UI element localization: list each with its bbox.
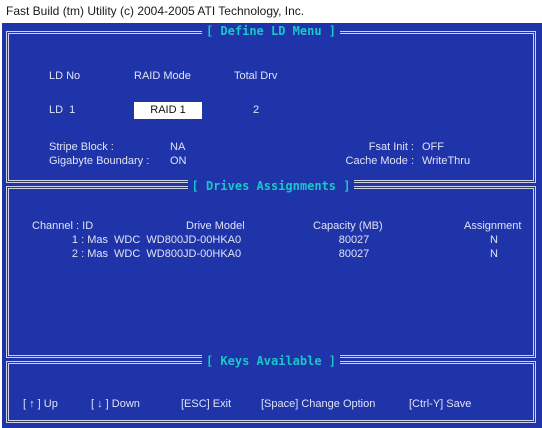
row-capacity: 80027 <box>338 248 370 260</box>
gigabyte-boundary-value[interactable]: ON <box>170 155 187 167</box>
gigabyte-boundary-label: Gigabyte Boundary : <box>49 155 150 167</box>
row-assignment[interactable]: N <box>479 234 509 246</box>
key-down-hint: [ ↓ ] Down <box>91 398 140 410</box>
define-ld-title: [ Define LD Menu ] <box>201 24 341 38</box>
keys-available-title: [ Keys Available ] <box>201 354 341 368</box>
raid-mode-field[interactable]: RAID 1 <box>134 102 202 119</box>
row-channel: 2 : Mas <box>71 248 108 260</box>
channel-id-header: Channel : ID <box>32 220 94 232</box>
row-model: WDC WD800JD-00HKA0 <box>114 234 242 246</box>
ld-number: LD 1 <box>49 104 76 116</box>
key-esc-hint: [ESC] Exit <box>181 398 232 410</box>
assignment-header: Assignment <box>464 220 522 232</box>
drives-assignments-panel: [ Drives Assignments ] Channel : ID Driv… <box>6 179 536 358</box>
stripe-block-value[interactable]: NA <box>170 141 185 153</box>
fast-init-label: Fsat Init : <box>368 141 414 153</box>
drives-assignments-title: [ Drives Assignments ] <box>187 179 355 193</box>
ld-no-header: LD No <box>49 70 81 82</box>
fast-init-value[interactable]: OFF <box>422 141 444 153</box>
key-space-hint: [Space] Change Option <box>261 398 376 410</box>
total-drv-value: 2 <box>253 104 260 116</box>
raid-mode-header: RAID Mode <box>134 70 191 82</box>
app-title: Fast Build (tm) Utility (c) 2004-2005 AT… <box>0 0 542 22</box>
capacity-header: Capacity (MB) <box>313 220 383 232</box>
total-drv-header: Total Drv <box>234 70 278 82</box>
row-channel: 1 : Mas <box>71 234 108 246</box>
keys-available-panel: [ Keys Available ] [ ↑ ] Up [ ↓ ] Down [… <box>6 354 536 423</box>
row-model: WDC WD800JD-00HKA0 <box>114 248 242 260</box>
stripe-block-label: Stripe Block : <box>49 141 114 153</box>
key-ctrl-y-hint: [Ctrl-Y] Save <box>409 398 472 410</box>
row-assignment[interactable]: N <box>479 248 509 260</box>
drive-model-header: Drive Model <box>186 220 245 232</box>
cache-mode-label: Cache Mode : <box>345 155 414 167</box>
row-capacity: 80027 <box>338 234 370 246</box>
key-up-hint: [ ↑ ] Up <box>23 398 58 410</box>
define-ld-panel: [ Define LD Menu ] LD No RAID Mode Total… <box>6 24 536 183</box>
cache-mode-value[interactable]: WriteThru <box>422 155 470 167</box>
bios-screen: [ Define LD Menu ] LD No RAID Mode Total… <box>2 23 542 428</box>
